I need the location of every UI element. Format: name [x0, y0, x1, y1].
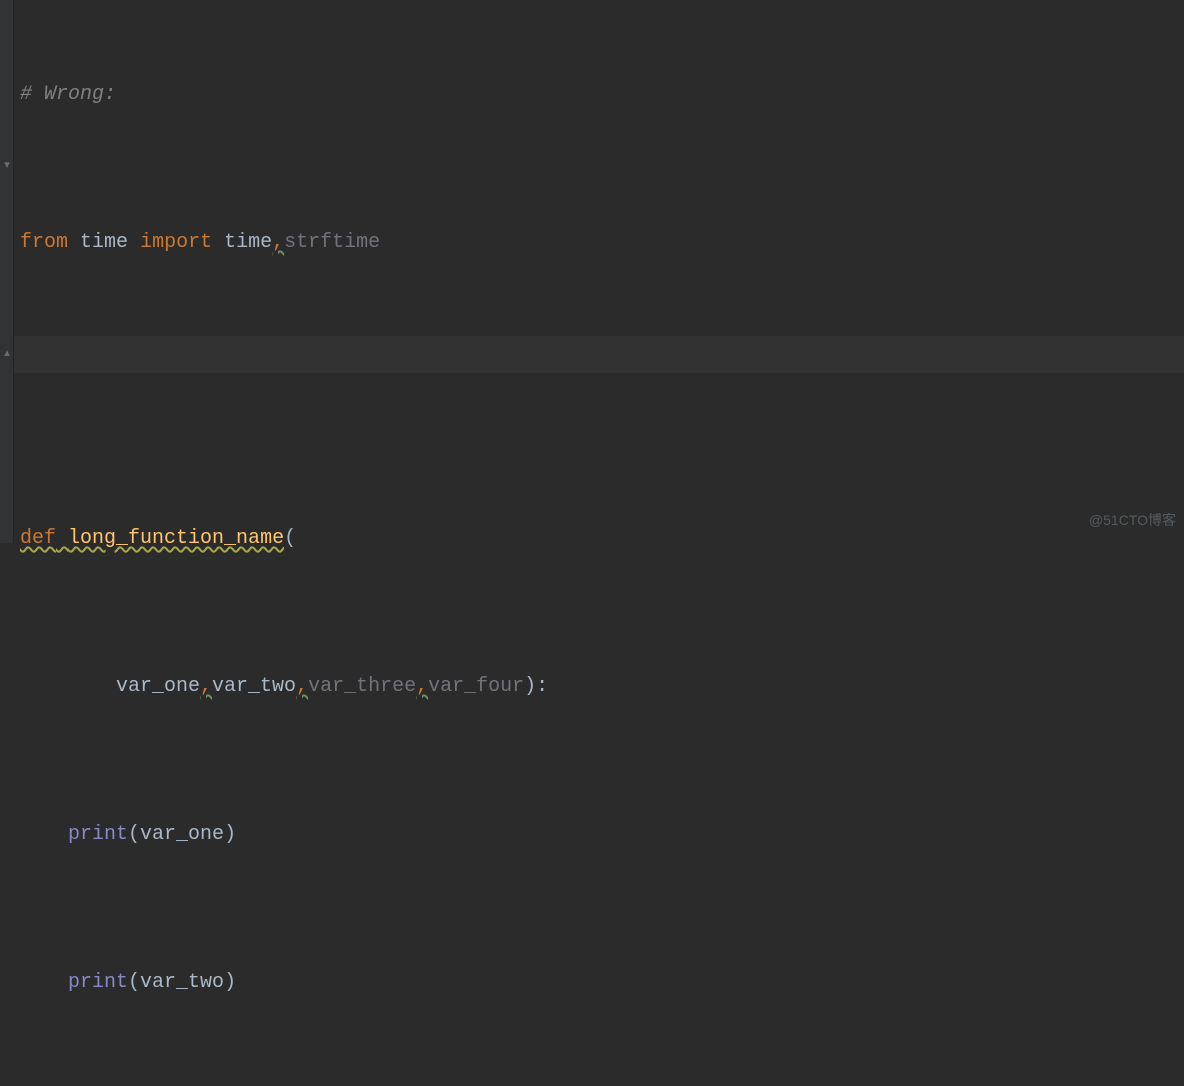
editor-code-area[interactable]: # Wrong: from time import time,strftime … [14, 0, 938, 1086]
function-name: long_function_name [68, 527, 284, 550]
comma-warning: , [200, 675, 212, 698]
comma-warning: , [296, 675, 308, 698]
code-line[interactable]: # Wrong: [20, 76, 932, 113]
code-line[interactable]: print(var_one) [20, 816, 932, 853]
paren-open: ( [284, 527, 296, 550]
keyword-def: def [20, 527, 56, 550]
param: var_two [212, 675, 296, 698]
comma-warning: , [272, 231, 284, 254]
editor-gutter: ▾ ▴ [0, 0, 14, 543]
param: var_one [116, 675, 200, 698]
watermark: @51CTO博客 [1089, 502, 1176, 539]
param-unused: var_three [308, 675, 416, 698]
paren-close: ): [524, 675, 548, 698]
keyword-import: import [140, 231, 212, 254]
import-name: time [224, 231, 272, 254]
code-line[interactable]: var_one,var_two,var_three,var_four): [20, 668, 932, 705]
comment: # Wrong: [20, 83, 116, 106]
builtin-print: print [68, 971, 128, 994]
code-line-blank[interactable] [20, 372, 932, 409]
arg: var_one [140, 823, 224, 846]
code-line[interactable]: print(var_two) [20, 964, 932, 1001]
fold-toggle-icon[interactable]: ▾ [1, 160, 13, 172]
module-name: time [80, 231, 128, 254]
comma-warning: , [416, 675, 428, 698]
builtin-print: print [68, 823, 128, 846]
param-unused: var_four [428, 675, 524, 698]
fold-toggle-end-icon[interactable]: ▴ [1, 348, 13, 360]
code-line[interactable]: def long_function_name( [20, 520, 932, 557]
code-line[interactable]: from time import time,strftime [20, 224, 932, 261]
import-name-unused: strftime [284, 231, 380, 254]
keyword-from: from [20, 231, 68, 254]
arg: var_two [140, 971, 224, 994]
